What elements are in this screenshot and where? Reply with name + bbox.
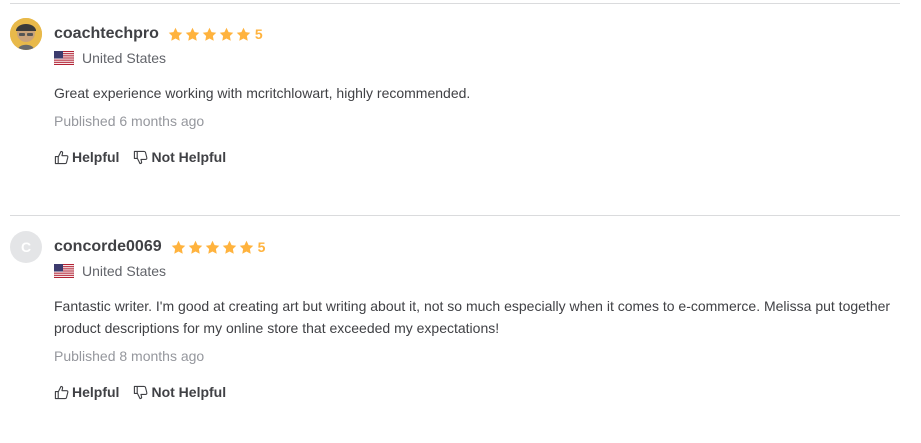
thumbs-down-icon — [133, 385, 148, 400]
helpful-label: Helpful — [72, 384, 120, 400]
thumbs-up-icon — [54, 150, 69, 165]
star-icon — [205, 240, 220, 255]
published-date: Published 6 months ago — [54, 113, 205, 129]
username[interactable]: coachtechpro — [54, 25, 159, 43]
divider — [10, 3, 900, 4]
not-helpful-label: Not Helpful — [151, 384, 227, 400]
helpful-button[interactable]: Helpful — [54, 384, 119, 400]
rating-value: 5 — [257, 239, 266, 255]
star-rating — [171, 240, 254, 255]
not-helpful-button[interactable]: Not Helpful — [133, 149, 226, 165]
country-name: United States — [82, 263, 167, 279]
star-icon — [219, 27, 234, 42]
review-text: Great experience working with mcritchlow… — [54, 85, 471, 101]
review-header: concorde0069 5 — [54, 237, 265, 257]
not-helpful-button[interactable]: Not Helpful — [133, 384, 226, 400]
review-text: Fantastic writer. I'm good at creating a… — [54, 298, 891, 336]
review-actions: Helpful Not Helpful — [54, 149, 226, 165]
helpful-label: Helpful — [72, 149, 120, 165]
star-icon — [222, 240, 237, 255]
username[interactable]: concorde0069 — [54, 238, 162, 256]
avatar-initial: C — [20, 239, 32, 255]
star-icon — [168, 27, 183, 42]
helpful-button[interactable]: Helpful — [54, 149, 119, 165]
rating-value: 5 — [254, 26, 263, 42]
review-actions: Helpful Not Helpful — [54, 384, 226, 400]
thumbs-up-icon — [54, 385, 69, 400]
review-header: coachtechpro 5 — [54, 24, 263, 44]
review-item: C concorde0069 5 United States Fantastic… — [0, 231, 921, 431]
reviewer-country: United States — [54, 48, 166, 68]
us-flag-icon — [54, 264, 74, 278]
star-rating — [168, 27, 251, 42]
country-name: United States — [82, 50, 167, 66]
star-icon — [171, 240, 186, 255]
not-helpful-label: Not Helpful — [151, 149, 227, 165]
star-icon — [202, 27, 217, 42]
star-icon — [239, 240, 254, 255]
star-icon — [185, 27, 200, 42]
avatar[interactable] — [10, 18, 42, 50]
thumbs-down-icon — [133, 150, 148, 165]
star-icon — [236, 27, 251, 42]
star-icon — [188, 240, 203, 255]
published-date: Published 8 months ago — [54, 348, 205, 364]
user-photo-icon — [10, 18, 42, 50]
reviews-list: coachtechpro 5 United States Great exper… — [0, 0, 921, 443]
divider — [10, 215, 900, 216]
review-item: coachtechpro 5 United States Great exper… — [0, 18, 921, 198]
us-flag-icon — [54, 51, 74, 65]
avatar[interactable]: C — [10, 231, 42, 263]
reviewer-country: United States — [54, 261, 166, 281]
